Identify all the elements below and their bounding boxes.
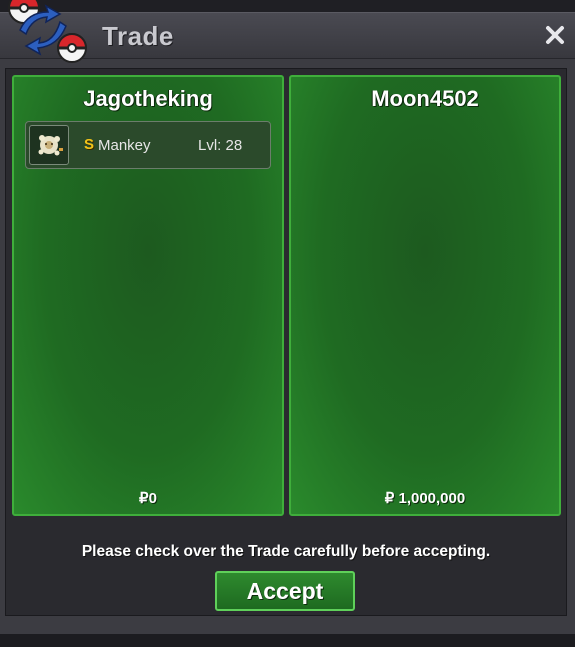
their-offer-panel: Moon4502 ₽ 1,000,000 (289, 75, 561, 516)
bottom-strip (0, 634, 575, 647)
pokemon-name: Mankey (98, 137, 151, 154)
my-offer-panel: Jagotheking S Mankey Lvl: 28 ₽0 (12, 75, 284, 516)
window-title: Trade (102, 21, 174, 51)
money-offer-right: ₽ 1,000,000 (384, 490, 466, 507)
close-icon[interactable] (543, 23, 567, 47)
trade-content: Jagotheking S Mankey Lvl: 28 ₽0 Moon4502… (5, 68, 567, 616)
accept-button[interactable]: Accept (215, 571, 355, 611)
money-offer-left: ₽0 (139, 490, 157, 507)
player-name-right: Moon4502 (371, 86, 479, 111)
trade-notice: Please check over the Trade carefully be… (81, 543, 491, 560)
player-name-left: Jagotheking (83, 86, 213, 111)
trade-swap-pokeballs-icon (7, 0, 88, 63)
shiny-badge: S (84, 136, 95, 153)
mankey-sprite-icon (29, 125, 69, 165)
trade-window: Trade Jagotheking S Mankey Lvl: 28 ₽0 Mo… (0, 12, 575, 634)
pokemon-level: Lvl: 28 (198, 137, 243, 154)
trade-item-row[interactable]: S Mankey Lvl: 28 (25, 121, 271, 169)
